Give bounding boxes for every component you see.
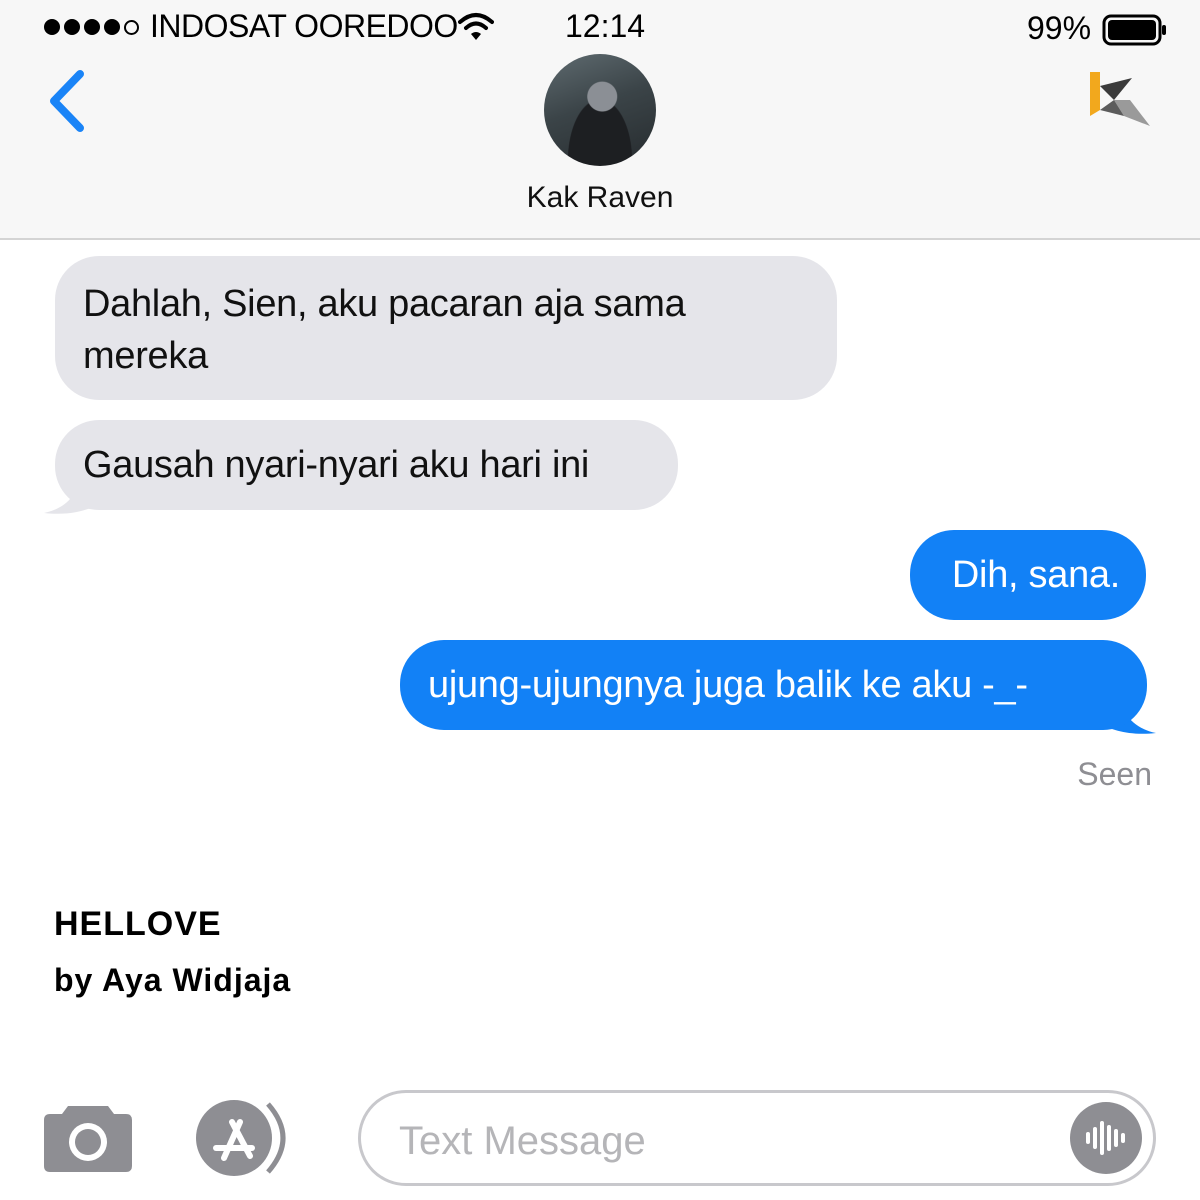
status-bar: INDOSAT OOREDOO 12:14 99% <box>0 0 1200 56</box>
camera-icon[interactable] <box>42 1100 134 1174</box>
signal-strength-icon <box>44 18 139 36</box>
back-button[interactable] <box>44 66 94 136</box>
outgoing-message-bubble[interactable]: ujung-ujungnya juga balik ke aku -_- <box>400 640 1147 730</box>
message-text: Dih, sana. <box>951 554 1120 596</box>
incoming-message-bubble[interactable]: Gausah nyari-nyari aku hari ini <box>55 420 678 510</box>
carrier-name: INDOSAT OOREDOO <box>150 8 458 44</box>
story-title: HELLOVE <box>54 905 222 943</box>
clock: 12:14 <box>565 8 646 44</box>
voice-waveform-icon[interactable] <box>1069 1101 1143 1175</box>
read-receipt: Seen <box>1077 756 1152 792</box>
battery-icon <box>1102 14 1166 46</box>
k-logo-icon <box>1090 72 1150 126</box>
conversation-header: INDOSAT OOREDOO 12:14 99% Kak Raven <box>0 0 1200 240</box>
app-store-icon[interactable] <box>194 1098 300 1178</box>
outgoing-message-bubble[interactable]: Dih, sana. <box>910 530 1146 620</box>
contact-avatar[interactable] <box>544 54 656 166</box>
message-input[interactable] <box>397 1111 1041 1171</box>
battery-percentage: 99% <box>1027 10 1092 46</box>
message-text: Gausah nyari-nyari aku hari ini <box>83 444 590 486</box>
incoming-message-bubble[interactable]: Dahlah, Sien, aku pacaran aja sama merek… <box>55 256 837 400</box>
contact-name[interactable]: Kak Raven <box>400 180 800 216</box>
message-text: Dahlah, Sien, aku pacaran aja sama merek… <box>83 283 686 377</box>
wifi-icon <box>458 13 494 40</box>
story-author: by Aya Widjaja <box>54 962 292 998</box>
message-text: ujung-ujungnya juga balik ke aku -_- <box>428 664 1028 706</box>
message-composer[interactable] <box>358 1090 1156 1186</box>
